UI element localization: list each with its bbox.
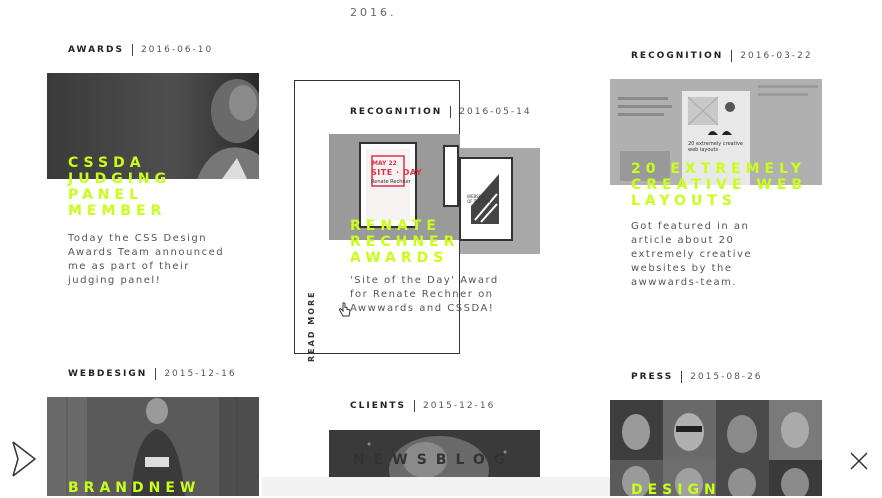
- divider: [414, 400, 415, 412]
- category-label: AWARDS: [68, 45, 124, 55]
- card-description: 'Site of the Day' Award for Renate Rechn…: [350, 275, 499, 314]
- card-headline[interactable]: CSSDA JUDGING PANEL MEMBER: [68, 155, 228, 219]
- divider: [681, 371, 683, 383]
- divider: [155, 368, 157, 380]
- card-headline[interactable]: NEWSBLOG: [353, 452, 514, 468]
- previous-date-fragment: 2016.: [350, 6, 397, 19]
- card-headline[interactable]: 20 EXTREMELY CREATIVE WEB LAYOUTS: [631, 161, 831, 209]
- card-description: Got featured in an article about 20 extr…: [631, 221, 753, 288]
- card-meta-clients: CLIENTS 2015-12-16: [350, 400, 495, 412]
- card-meta-recognition-2: RECOGNITION 2016-03-22: [631, 50, 813, 62]
- hand-cursor-icon: [338, 302, 352, 318]
- close-x-icon[interactable]: [849, 451, 869, 471]
- poster-right-title: WEBSITE OF THE DAY: [467, 194, 491, 204]
- category-label: CLIENTS: [350, 401, 406, 411]
- date-label: 2016-06-10: [140, 45, 214, 55]
- card-meta-recognition: RECOGNITION 2016-05-14: [350, 106, 532, 118]
- bottom-scroll-band: [262, 477, 610, 496]
- category-label: PRESS: [631, 372, 674, 382]
- category-label: WEBDESIGN: [68, 369, 148, 379]
- category-label: RECOGNITION: [350, 107, 443, 117]
- date-label: 2016-03-22: [740, 51, 813, 61]
- date-label: 2015-12-16: [423, 401, 496, 411]
- divider: [731, 50, 733, 62]
- card-meta-press: PRESS 2015-08-26: [631, 371, 763, 383]
- card-meta-awards: AWARDS 2016-06-10: [68, 44, 213, 56]
- date-label: 2015-08-26: [690, 372, 763, 382]
- divider: [131, 44, 133, 56]
- poster-date: MAY 22: [372, 160, 397, 167]
- date-label: 2015-12-16: [164, 369, 237, 379]
- card-meta-webdesign: WEBDESIGN 2015-12-16: [68, 368, 237, 380]
- article-title-text: 20 extremely creative web layouts: [688, 141, 743, 153]
- divider: [450, 106, 452, 118]
- card-description: Today the CSS Design Awards Team announc…: [68, 233, 225, 286]
- card-headline[interactable]: BRANDNEW: [68, 480, 248, 496]
- date-label: 2016-05-14: [459, 107, 532, 117]
- category-label: RECOGNITION: [631, 51, 724, 61]
- poster-title: SITE · DAY: [371, 168, 423, 177]
- play-outline-icon[interactable]: [10, 440, 38, 478]
- read-more-link[interactable]: READ MORE: [307, 290, 316, 362]
- poster-subtitle: Renate Rechner: [371, 179, 411, 185]
- card-headline[interactable]: RENATE RECHNER AWARDS: [350, 218, 510, 266]
